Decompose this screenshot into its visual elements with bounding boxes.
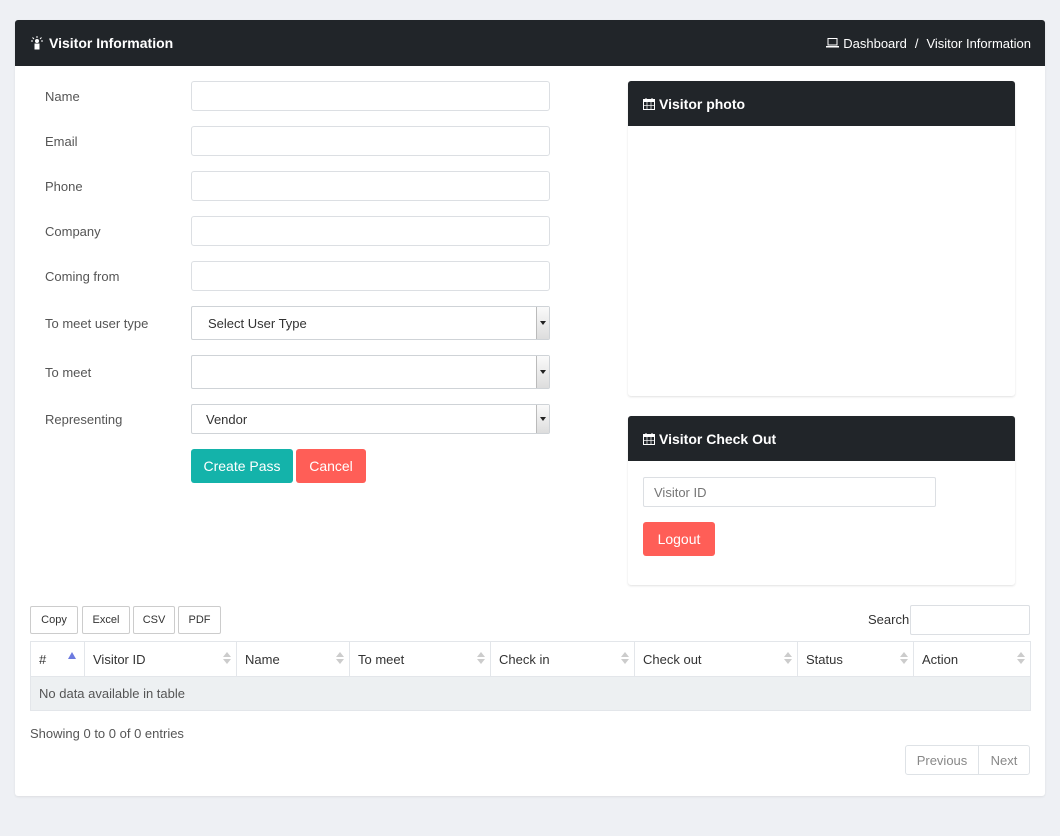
column-header-number[interactable]: # xyxy=(30,641,85,677)
search-input[interactable] xyxy=(910,605,1030,635)
dropdown-arrow-icon xyxy=(536,405,549,433)
column-header-to-meet[interactable]: To meet xyxy=(349,641,491,677)
sort-icon xyxy=(900,652,908,664)
company-input[interactable] xyxy=(191,216,550,246)
table-info: Showing 0 to 0 of 0 entries xyxy=(30,726,184,741)
page-title: Visitor Information xyxy=(31,35,173,51)
dropdown-arrow-icon xyxy=(536,356,549,388)
column-header-status[interactable]: Status xyxy=(797,641,914,677)
company-row: Company xyxy=(45,216,550,246)
logout-button[interactable]: Logout xyxy=(643,522,715,556)
search-label: Search: xyxy=(868,612,913,627)
sort-icon xyxy=(784,652,792,664)
sort-asc-icon xyxy=(68,652,76,659)
column-label: # xyxy=(39,651,47,667)
representing-row: Representing Vendor xyxy=(45,404,550,434)
representing-select[interactable]: Vendor xyxy=(191,404,550,434)
sort-icon xyxy=(477,652,485,664)
empty-table-message: No data available in table xyxy=(30,676,1031,711)
column-header-check-out[interactable]: Check out xyxy=(634,641,798,677)
pagination: Previous Next xyxy=(905,745,1030,775)
cancel-button[interactable]: Cancel xyxy=(296,449,366,483)
user-type-row: To meet user type Select User Type xyxy=(45,306,550,340)
visitor-checkout-header: Visitor Check Out xyxy=(628,416,1015,461)
representing-value: Vendor xyxy=(206,411,248,427)
email-label: Email xyxy=(45,133,78,149)
column-header-check-in[interactable]: Check in xyxy=(490,641,635,677)
visitor-icon xyxy=(31,36,43,50)
phone-label: Phone xyxy=(45,178,83,194)
user-type-value: Select User Type xyxy=(208,315,307,331)
column-label: Action xyxy=(922,651,959,667)
breadcrumb-dashboard-link[interactable]: Dashboard xyxy=(843,36,907,51)
name-input[interactable] xyxy=(191,81,550,111)
coming-from-label: Coming from xyxy=(45,268,120,284)
dropdown-arrow-icon xyxy=(536,307,549,339)
column-header-name[interactable]: Name xyxy=(236,641,350,677)
phone-input[interactable] xyxy=(191,171,550,201)
sort-icon xyxy=(223,652,231,664)
column-label: Visitor ID xyxy=(93,651,146,667)
breadcrumb-separator: / xyxy=(914,35,919,51)
coming-from-input[interactable] xyxy=(191,261,550,291)
visitor-photo-title: Visitor photo xyxy=(659,95,746,112)
to-meet-label: To meet xyxy=(45,364,92,380)
visitor-card: Visitor Information Dashboard / Visitor … xyxy=(15,20,1045,796)
column-header-visitor-id[interactable]: Visitor ID xyxy=(84,641,237,677)
to-meet-select[interactable] xyxy=(191,355,550,389)
visitor-photo-header: Visitor photo xyxy=(628,81,1015,126)
calendar-icon xyxy=(643,97,655,110)
email-row: Email xyxy=(45,126,550,156)
page-title-text: Visitor Information xyxy=(49,35,174,51)
table-header-row: # Visitor ID Name To meet Check in Check… xyxy=(30,641,1031,677)
coming-from-row: Coming from xyxy=(45,261,550,291)
breadcrumb-current: Visitor Information xyxy=(926,35,1031,51)
user-type-label: To meet user type xyxy=(45,315,149,331)
visitor-checkout-panel: Visitor Check Out Logout xyxy=(628,416,1015,585)
sort-icon xyxy=(336,652,344,664)
pdf-button[interactable]: PDF xyxy=(178,606,221,634)
previous-page-button[interactable]: Previous xyxy=(906,746,979,774)
column-label: To meet xyxy=(358,651,405,667)
representing-label: Representing xyxy=(45,411,123,427)
column-label: Name xyxy=(245,651,280,667)
visitor-checkout-title: Visitor Check Out xyxy=(659,430,777,447)
column-label: Check out xyxy=(643,651,702,667)
breadcrumb: Dashboard / Visitor Information xyxy=(826,36,1031,51)
sort-icon xyxy=(621,652,629,664)
name-label: Name xyxy=(45,88,80,104)
card-header: Visitor Information Dashboard / Visitor … xyxy=(15,20,1045,66)
laptop-icon xyxy=(826,38,840,48)
visitors-table: # Visitor ID Name To meet Check in Check… xyxy=(30,641,1031,711)
visitor-id-input[interactable] xyxy=(643,477,936,507)
to-meet-row: To meet xyxy=(45,355,550,389)
company-label: Company xyxy=(45,223,101,239)
column-label: Status xyxy=(806,651,843,667)
excel-button[interactable]: Excel xyxy=(82,606,130,634)
email-input[interactable] xyxy=(191,126,550,156)
phone-row: Phone xyxy=(45,171,550,201)
table-row: No data available in table xyxy=(30,676,1031,711)
csv-button[interactable]: CSV xyxy=(133,606,175,634)
name-row: Name xyxy=(45,81,550,111)
user-type-select[interactable]: Select User Type xyxy=(191,306,550,340)
calendar-icon xyxy=(643,432,655,445)
visitor-photo-panel: Visitor photo xyxy=(628,81,1015,396)
next-page-button[interactable]: Next xyxy=(979,746,1029,774)
sort-icon xyxy=(1017,652,1025,664)
column-label: Check in xyxy=(499,651,550,667)
copy-button[interactable]: Copy xyxy=(30,606,78,634)
create-pass-button[interactable]: Create Pass xyxy=(191,449,293,483)
column-header-action[interactable]: Action xyxy=(913,641,1031,677)
